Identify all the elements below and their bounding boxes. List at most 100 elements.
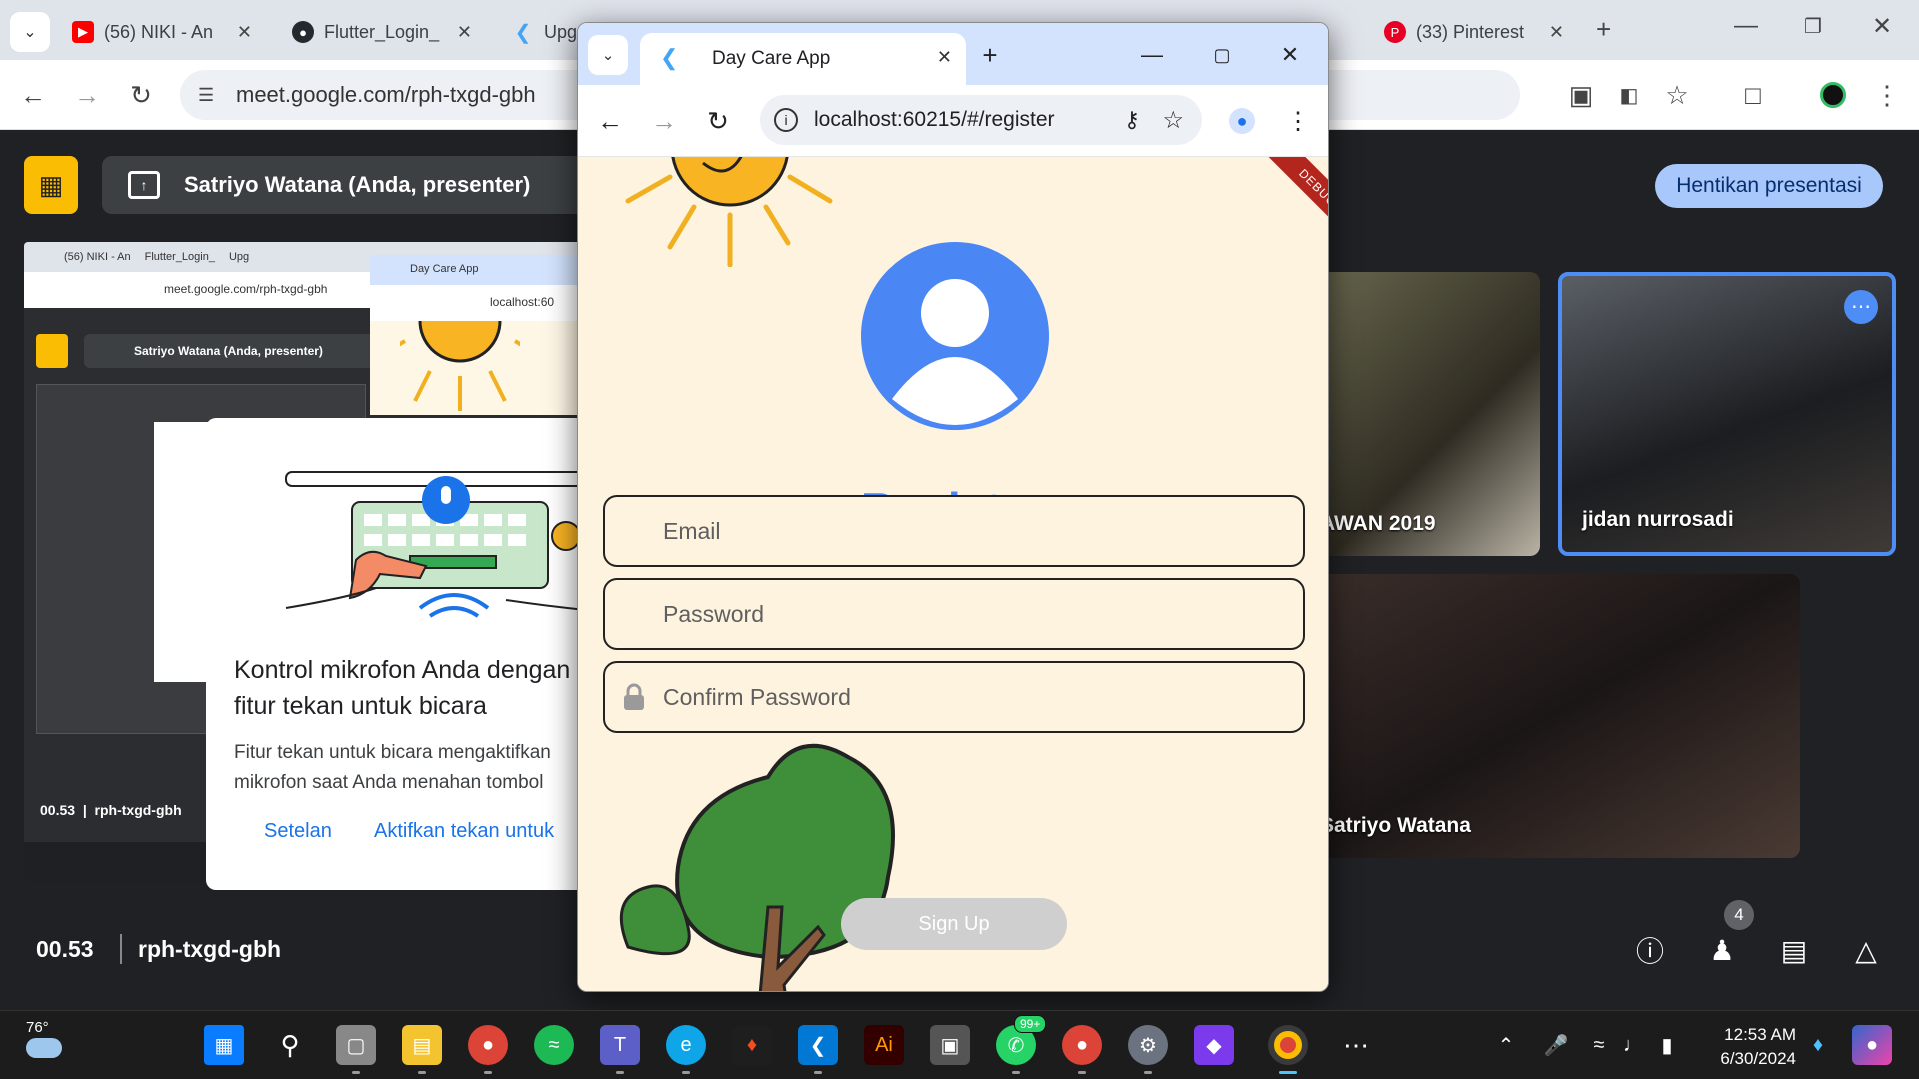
settings-link[interactable]: Setelan [264,820,332,843]
whatsapp-badge: 99+ [1014,1015,1047,1033]
overflow-icon[interactable]: ⋯ [1336,1025,1376,1065]
tree-illustration [619,743,895,991]
maximize-button[interactable]: ▢ [1204,37,1240,73]
back-icon[interactable]: ← [592,103,628,139]
forward-icon[interactable]: → [646,103,682,139]
bookmark-star-icon[interactable]: ☆ [1162,106,1184,135]
minimize-button[interactable]: — [1734,12,1758,40]
tray-chevron-icon[interactable]: ⌃ [1486,1025,1526,1065]
tab-search-button[interactable]: ⌄ [588,35,628,75]
chat-icon[interactable]: ▤ [1776,932,1812,968]
search-icon[interactable]: ⚲ [270,1025,310,1065]
whatsapp-icon[interactable]: ✆ 99+ [996,1015,1047,1074]
app-icon[interactable]: ◆ [1194,1025,1234,1065]
app-tab[interactable]: ❮ Day Care App ✕ [640,33,966,85]
close-icon[interactable]: ✕ [237,22,252,43]
file-explorer-icon[interactable]: ▤ [402,1025,442,1074]
presenter-label: Satriyo Watana (Anda, presenter) [184,172,531,197]
app-address-bar[interactable]: i localhost:60215/#/register ⚷ ☆ [760,95,1202,145]
menu-icon[interactable]: ⋮ [1280,103,1316,139]
info-icon[interactable]: i [774,108,798,132]
back-icon[interactable]: ← [16,78,50,112]
vscode-icon[interactable]: ❮ [798,1025,838,1074]
close-icon[interactable]: ✕ [457,22,472,43]
notification-bell-icon[interactable]: ♦ [1798,1025,1838,1065]
app-toolbar: ← → ↻ i localhost:60215/#/register ⚷ ☆ ●… [578,85,1328,157]
app-tab-strip: ⌄ ❮ Day Care App ✕ + — ▢ ✕ [578,23,1328,85]
chrome-icon[interactable]: ● [468,1025,508,1074]
extensions-icon[interactable]: □ [1736,78,1770,112]
activities-icon[interactable]: △ [1848,932,1884,968]
tab-search-button[interactable]: ⌄ [10,12,50,52]
close-window-button[interactable]: ✕ [1872,12,1892,41]
push-to-talk-popup: Kontrol mikrofon Anda dengan fitur tekan… [206,418,586,890]
present-screen-icon: ↑ [128,171,160,199]
meeting-info-icon[interactable]: ⓘ [1632,932,1668,968]
edge-icon[interactable]: e [666,1025,706,1074]
teams-icon[interactable]: T [600,1025,640,1074]
site-settings-icon[interactable]: ☰ [198,85,214,106]
task-view-icon[interactable]: ▢ [336,1025,376,1074]
volume-icon[interactable]: ♩ [1618,1025,1648,1065]
confirm-password-field[interactable]: Confirm Password [603,661,1305,733]
new-tab-button[interactable]: + [1596,14,1611,45]
outer-tab-pinterest[interactable]: P (33) Pinterest ✕ [1372,12,1572,52]
restore-button[interactable]: ❐ [1804,14,1822,39]
new-tab-button[interactable]: + [972,37,1008,73]
app-url: localhost:60215/#/register [814,108,1055,131]
preview-footer: 00.53 | rph-txgd-gbh [40,802,182,818]
preview-sun-icon [400,321,520,411]
outer-tab-github[interactable]: ● Flutter_Login_ ✕ [280,12,480,52]
password-placeholder: Password [663,600,764,627]
menu-icon[interactable]: ⋮ [1870,78,1904,112]
wifi-icon[interactable]: ≈ [1584,1025,1614,1065]
translate-icon[interactable]: ◧ [1612,78,1646,112]
clock-date: 6/30/2024 [1720,1049,1796,1068]
reload-icon[interactable]: ↻ [700,103,736,139]
enable-push-to-talk-link[interactable]: Aktifkan tekan untuk [374,820,554,843]
weather-widget[interactable]: 76° [26,1019,62,1058]
chrome-active-icon[interactable] [1268,1025,1308,1074]
illustrator-icon[interactable]: Ai [864,1025,904,1065]
close-icon[interactable]: ✕ [1549,22,1564,43]
stop-presenting-button[interactable]: Hentikan presentasi [1655,164,1883,208]
participant-name: jidan nurrosadi [1582,508,1734,531]
profile-icon[interactable]: ● [1224,103,1260,139]
reload-icon[interactable]: ↻ [124,78,158,112]
participant-tile[interactable]: AWAN 2019 [1300,272,1540,556]
minimize-button[interactable]: — [1134,37,1170,73]
presentation-off-icon[interactable]: ▦ [24,156,78,214]
microphone-icon[interactable]: 🎤 [1536,1025,1576,1065]
close-icon[interactable]: ✕ [937,47,952,68]
more-options-icon[interactable]: ⋯ [1844,290,1878,324]
bookmark-star-icon[interactable]: ☆ [1660,78,1694,112]
camera-icon[interactable]: ▣ [1564,78,1598,112]
sign-up-button[interactable]: Sign Up [841,898,1067,950]
self-tile[interactable]: Satriyo Watana [1300,574,1800,858]
outer-tab-flutter[interactable]: ❮ Upg [500,12,580,52]
participant-name: Satriyo Watana [1320,814,1471,837]
password-field[interactable]: Password [603,578,1305,650]
chrome-profile-icon[interactable]: ● [1062,1025,1102,1074]
profile-avatar[interactable] [1816,78,1850,112]
preview-app-window: Day Care App localhost:60 [370,255,585,415]
close-window-button[interactable]: ✕ [1272,37,1308,73]
preview-tab: (56) NIKI - An [64,251,131,263]
outer-tab-label: Flutter_Login_ [324,21,440,42]
email-field[interactable]: Email [603,495,1305,567]
battery-icon[interactable]: ▮ [1652,1025,1682,1065]
copilot-icon[interactable]: ● [1852,1025,1892,1065]
outer-tab-youtube[interactable]: ▶ (56) NIKI - An ✕ [60,12,260,52]
people-icon[interactable]: ♟ [1704,932,1740,968]
pinterest-icon: P [1384,21,1406,43]
settings-gear-icon[interactable]: ⚙ [1128,1025,1168,1074]
store-icon[interactable]: ▣ [930,1025,970,1065]
key-icon[interactable]: ⚷ [1124,107,1140,133]
forward-icon[interactable]: → [70,78,104,112]
figma-icon[interactable]: ♦ [732,1025,772,1065]
start-icon[interactable]: ▦ [204,1025,244,1065]
preview-tab: Upg [228,251,250,263]
spotify-icon[interactable]: ≈ [534,1025,574,1065]
participant-tile-active[interactable]: ⋯ jidan nurrosadi [1558,272,1896,556]
system-clock[interactable]: 12:53 AM 6/30/2024 [1700,1023,1796,1071]
